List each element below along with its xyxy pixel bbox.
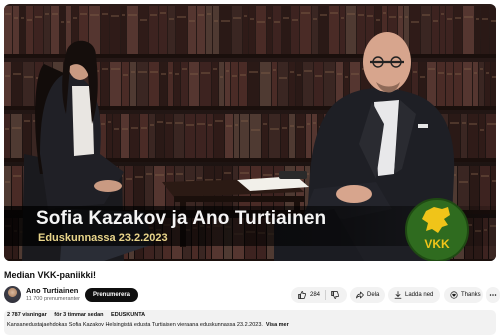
vkk-logo-icon: VKK (405, 198, 469, 261)
video-title: Median VKK-paniikki! (4, 270, 97, 280)
logo-text: VKK (424, 237, 450, 251)
subscribe-button[interactable]: Prenumerera (85, 288, 139, 302)
hashtag-link[interactable]: EDUSKUNTA (111, 312, 145, 318)
like-count: 284 (310, 292, 321, 298)
more-horizontal-icon (489, 294, 497, 296)
like-button[interactable]: 284 (291, 287, 320, 303)
view-count: 2 787 visningar (7, 312, 47, 318)
thanks-heart-icon (450, 291, 458, 299)
thanks-button[interactable]: Thanks (444, 287, 483, 303)
video-player[interactable]: Sofia Kazakov ja Ano Turtiainen Eduskunn… (4, 4, 496, 261)
share-button[interactable]: Dela (350, 287, 385, 303)
like-divider (325, 290, 327, 300)
show-more-link[interactable]: Visa mer (266, 322, 289, 328)
lower-third-subtitle: Eduskunnassa 23.2.2023 (38, 232, 168, 244)
channel-name[interactable]: Ano Turtiainen (26, 286, 78, 295)
thanks-label: Thanks (461, 292, 481, 298)
thumbs-up-icon (298, 291, 306, 299)
channel-row: Ano Turtiainen 11 700 prenumeranter Pren… (4, 284, 500, 306)
download-icon (394, 291, 402, 299)
more-actions-button[interactable] (486, 287, 500, 303)
subscriber-count: 11 700 prenumeranter (26, 296, 81, 302)
description-meta: 2 787 visningar för 3 timmar sedan EDUSK… (7, 312, 151, 318)
download-button[interactable]: Ladda ned (388, 287, 440, 303)
upload-age: för 3 timmar sedan (54, 312, 104, 318)
thumbs-down-icon[interactable] (331, 291, 339, 299)
description-box[interactable]: 2 787 visningar för 3 timmar sedan EDUSK… (4, 310, 496, 335)
download-label: Ladda ned (405, 292, 434, 298)
share-arrow-icon (356, 291, 364, 299)
lower-third-names: Sofia Kazakov ja Ano Turtiainen (36, 208, 327, 229)
description-body: Kansanedustajaehdokas Sofia Kazakov Hels… (7, 322, 263, 328)
like-dislike-group: 284 (291, 287, 347, 303)
channel-avatar[interactable] (4, 286, 21, 303)
share-label: Dela (367, 292, 380, 298)
description-text: Kansanedustajaehdokas Sofia Kazakov Hels… (7, 322, 289, 328)
